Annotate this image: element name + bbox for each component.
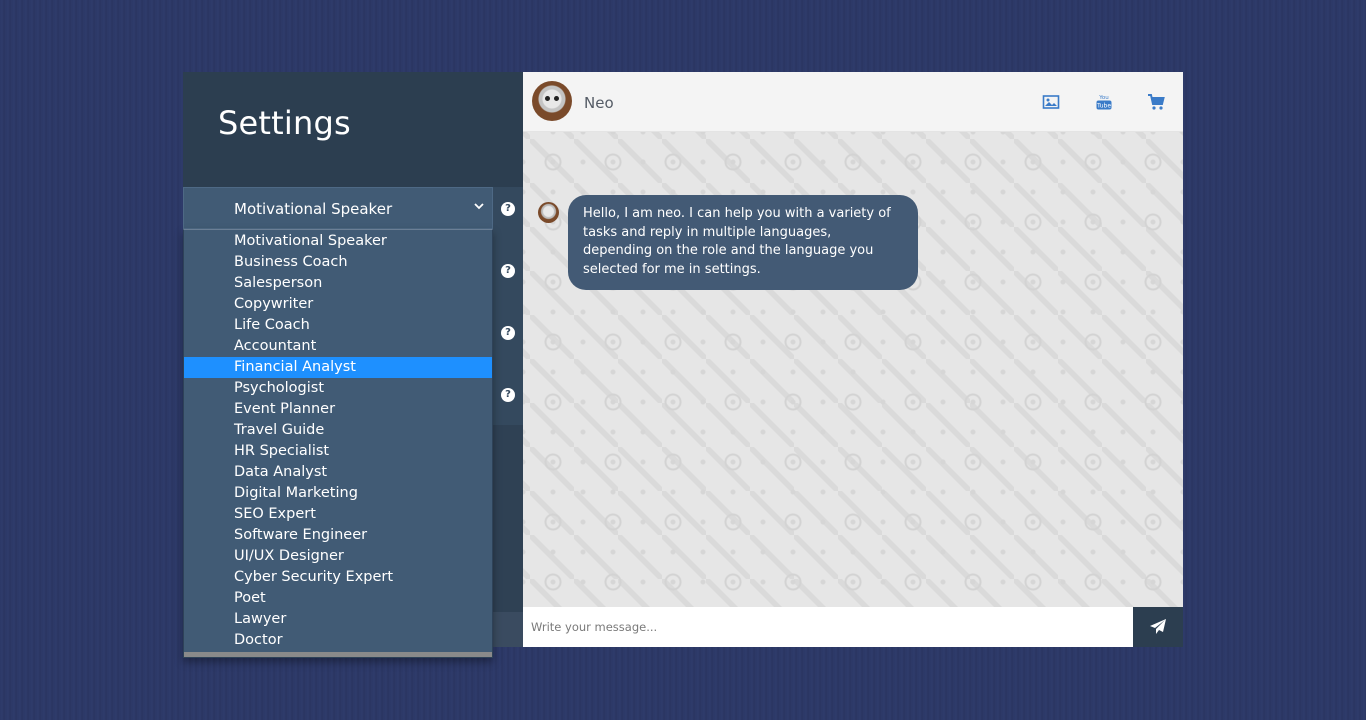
role-option[interactable]: Psychologist [184, 378, 492, 399]
role-option[interactable]: Data Analyst [184, 462, 492, 483]
role-select-value: Motivational Speaker [234, 200, 393, 218]
message-input[interactable] [523, 607, 1133, 647]
role-option[interactable]: Life Coach [184, 315, 492, 336]
role-option[interactable]: Poet [184, 588, 492, 609]
message-input-bar [523, 607, 1133, 647]
image-icon[interactable] [1042, 93, 1060, 111]
svg-text:You: You [1098, 95, 1108, 101]
role-select[interactable]: Motivational Speaker [183, 187, 493, 229]
question-circle-icon[interactable]: ? [501, 264, 515, 278]
youtube-icon[interactable]: You Tube [1095, 93, 1113, 111]
role-option[interactable]: Cyber Security Expert [184, 567, 492, 588]
role-option[interactable]: SEO Expert [184, 504, 492, 525]
role-option[interactable]: Lawyer [184, 609, 492, 630]
app-window: Settings ? ? ? ? Motivational Speaker Mo… [183, 72, 1183, 658]
dropdown-bottom-edge [184, 652, 492, 657]
question-circle-icon[interactable]: ? [501, 388, 515, 402]
role-option[interactable]: UI/UX Designer [184, 546, 492, 567]
role-option[interactable]: Digital Marketing [184, 483, 492, 504]
role-options: Motivational Speaker Business Coach Salesp… [184, 230, 492, 651]
svg-text:Tube: Tube [1096, 103, 1111, 110]
bot-message-bubble: Hello, I am neo. I can help you with a v… [568, 195, 918, 290]
question-circle-icon[interactable]: ? [501, 326, 515, 340]
avatar [538, 202, 559, 223]
role-option[interactable]: Software Engineer [184, 525, 492, 546]
avatar[interactable] [532, 81, 572, 121]
settings-title: Settings [218, 104, 351, 142]
role-option[interactable]: Accountant [184, 336, 492, 357]
paper-plane-icon [1150, 619, 1166, 634]
role-option[interactable]: Copywriter [184, 294, 492, 315]
role-option[interactable]: Business Coach [184, 252, 492, 273]
cart-icon[interactable] [1147, 93, 1165, 111]
role-option[interactable]: Event Planner [184, 399, 492, 420]
role-option[interactable]: Motivational Speaker [184, 231, 492, 252]
role-option[interactable]: Travel Guide [184, 420, 492, 441]
settings-sidebar: Settings ? ? ? ? Motivational Speaker Mo… [183, 72, 523, 658]
role-option[interactable]: Financial Analyst [184, 357, 492, 378]
contact-name: Neo [584, 94, 614, 112]
send-button[interactable] [1133, 607, 1183, 647]
role-option[interactable]: Doctor [184, 630, 492, 651]
chat-panel: Neo You Tube Hello, I am neo. I can help… [523, 72, 1183, 647]
sidebar-header: Settings [183, 72, 523, 187]
role-option[interactable]: Salesperson [184, 273, 492, 294]
message-area[interactable]: Hello, I am neo. I can help you with a v… [523, 132, 1183, 607]
question-circle-icon[interactable]: ? [501, 202, 515, 216]
chat-header: Neo You Tube [523, 72, 1183, 132]
role-dropdown-list: Motivational Speaker Business Coach Salesp… [183, 229, 493, 658]
role-option[interactable]: HR Specialist [184, 441, 492, 462]
chevron-down-icon [474, 203, 484, 210]
